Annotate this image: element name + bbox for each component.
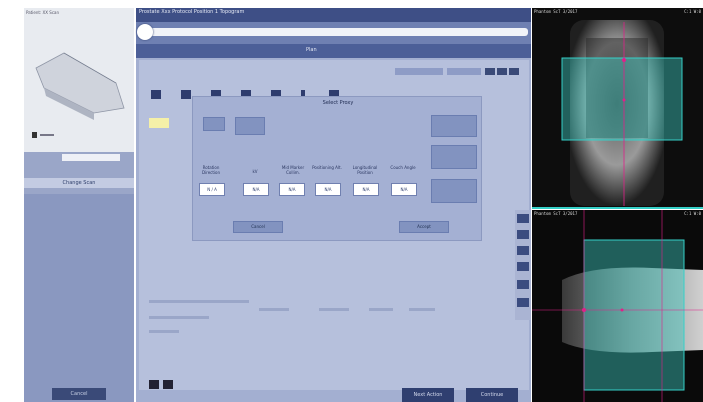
dialog-cancel-button[interactable]: Cancel — [233, 221, 283, 233]
scan-select-field[interactable] — [62, 154, 120, 161]
selected-field-highlight[interactable] — [149, 118, 169, 128]
left-mid-section: Change Scan — [24, 152, 134, 194]
patient-model-icon — [32, 52, 125, 138]
value-label-2: Mid Marker Collim. — [281, 165, 305, 175]
value-label-4: Longitudinal Position — [352, 165, 378, 175]
dialog-accept-button[interactable]: Accept — [399, 221, 449, 233]
dialog-title: Select Proxy — [322, 100, 354, 106]
tool-reset-icon[interactable] — [517, 298, 529, 307]
info-line-3 — [149, 330, 179, 333]
header-btn-1[interactable] — [395, 68, 443, 75]
header-btn-2[interactable] — [447, 68, 481, 75]
value-field-5[interactable]: N/A — [391, 183, 417, 196]
ct-bot-info-right: C:1 W:0 — [684, 211, 701, 216]
tab-plan[interactable]: Plan — [306, 47, 317, 53]
ref-icon[interactable] — [151, 90, 161, 99]
header-btn-4[interactable] — [497, 68, 507, 75]
value-label-1: kV — [252, 169, 258, 174]
ct-top-info-right: C:1 W:0 — [684, 9, 701, 14]
header-btn-5[interactable] — [509, 68, 519, 75]
info-line-2 — [149, 316, 209, 319]
ct-top-info-left: Phantom ScT 3/2017 — [534, 9, 578, 14]
ct-coronal-view[interactable]: Phantom ScT 3/2017 C:1 W:0 — [532, 8, 703, 208]
ct-sagittal-view[interactable]: Phantom ScT 3/2017 C:1 W:0 — [532, 210, 703, 402]
window-title: Prostate Xxx Protocol Position 1 Topogra… — [139, 9, 245, 15]
tool-target-icon[interactable] — [517, 280, 529, 289]
side-option-3[interactable] — [431, 179, 477, 203]
value-label-0: Rotation Direction — [201, 165, 221, 175]
value-label-3: Positioning Alt. — [312, 165, 342, 170]
info-line-1 — [149, 300, 249, 303]
ct-coronal-image — [561, 20, 683, 206]
next-action-button[interactable]: Next Action — [402, 388, 454, 402]
value-field-1[interactable]: N/A — [243, 183, 269, 196]
info-line-7 — [409, 308, 435, 311]
tool-window-icon[interactable] — [517, 246, 529, 255]
select-proxy-dialog: Select Proxy Rotation Direction kV Mid M… — [192, 96, 482, 241]
left-cancel-button[interactable]: Cancel — [52, 388, 106, 400]
proxy-option-2[interactable] — [235, 117, 265, 135]
info-line-6 — [369, 308, 393, 311]
side-toolbar — [515, 210, 531, 320]
ct-bot-info-left: Phantom ScT 3/2017 — [534, 211, 578, 216]
edit-icon[interactable] — [149, 380, 159, 389]
side-option-1[interactable] — [431, 115, 477, 137]
tool-zoom-icon[interactable] — [517, 214, 529, 223]
value-field-2[interactable]: N/A — [279, 183, 305, 196]
title-bar: Prostate Xxx Protocol Position 1 Topogra… — [136, 8, 531, 22]
value-field-3[interactable]: N/A — [315, 183, 341, 196]
continue-button[interactable]: Continue — [466, 388, 518, 402]
tool-measure-icon[interactable] — [517, 262, 529, 271]
value-label-5: Couch Angle — [390, 165, 416, 170]
mode-icon[interactable] — [181, 90, 191, 99]
header-btn-3[interactable] — [485, 68, 495, 75]
proxy-option-1[interactable] — [203, 117, 225, 131]
patient-3d-thumbnail[interactable]: Patient: XX Scan — [24, 8, 134, 152]
settings-icon[interactable] — [163, 380, 173, 389]
progress-handle[interactable] — [137, 24, 153, 40]
change-scan-button[interactable]: Change Scan — [24, 178, 134, 188]
value-field-0[interactable]: N / A — [199, 183, 225, 196]
side-option-2[interactable] — [431, 145, 477, 169]
ct-sagittal-image — [532, 210, 703, 402]
tab-bar: Plan — [136, 44, 531, 58]
ct-divider — [532, 207, 703, 209]
tool-pan-icon[interactable] — [517, 230, 529, 239]
info-line-5 — [319, 308, 349, 311]
value-field-4[interactable]: N/A — [353, 183, 379, 196]
info-line-4 — [259, 308, 289, 311]
progress-track[interactable] — [150, 28, 528, 36]
